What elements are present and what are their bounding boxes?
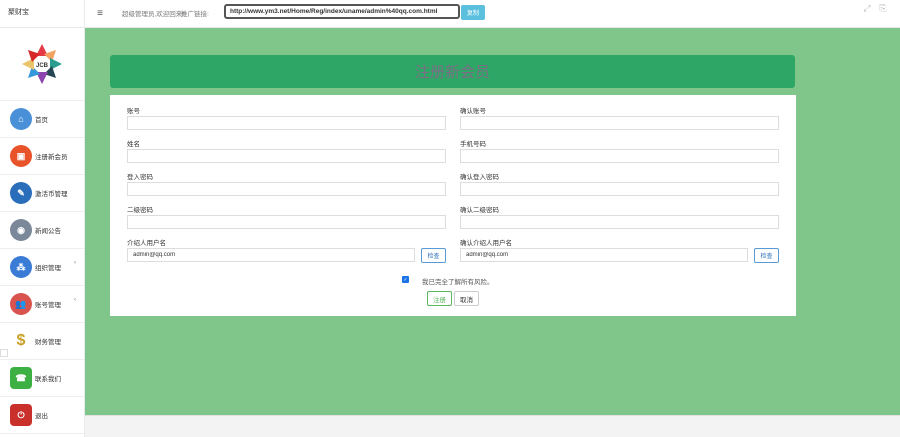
second-password-label: 二级密码 <box>127 207 153 214</box>
sidebar-item-label: 财务管理 <box>35 339 61 346</box>
phone-label: 手机号码 <box>460 141 486 148</box>
register-button[interactable]: 注册 <box>427 291 452 306</box>
top-right-icons: ⤢ ⎘ <box>862 3 888 13</box>
promo-link-input[interactable] <box>224 4 460 19</box>
main-content: 注册新会员 账号 确认账号 姓名 手机号码 登入密码 确认登入密码 二级密码 确… <box>85 28 900 415</box>
confirm-second-password-label: 确认二级密码 <box>460 207 499 214</box>
logo: JCB <box>0 28 84 101</box>
top-bar: 聚财宝 ≡ 超级管理员,欢迎回来! 推广链接: 复制 ⤢ ⎘ <box>0 0 900 28</box>
sidebar-item-label: 组织管理 <box>35 265 61 272</box>
menu-toggle-icon[interactable]: ≡ <box>93 6 107 20</box>
confirm-login-password-input[interactable] <box>460 182 779 196</box>
account-label: 账号 <box>127 108 140 115</box>
pen-icon: ✎ <box>10 182 32 204</box>
network-icon: ⁂ <box>10 256 32 278</box>
promo-link-label: 推广链接: <box>181 11 209 18</box>
registration-form: 账号 确认账号 姓名 手机号码 登入密码 确认登入密码 二级密码 确认二级密码 … <box>110 95 796 316</box>
sidebar-item-activation-coins[interactable]: ✎ 激活币管理 <box>0 175 84 212</box>
chevron-left-icon: ‹ <box>74 297 76 303</box>
sidebar-item-label: 激活币管理 <box>35 191 68 198</box>
brand-name: 聚财宝 <box>0 0 85 28</box>
welcome-text: 超级管理员,欢迎回来! <box>122 11 185 18</box>
phone-input[interactable] <box>460 149 779 163</box>
sidebar: JCB ⌂ 首页 ▣ 注册新会员 ✎ 激活币管理 ◉ 新闻公告 ⁂ 组织管理 ‹… <box>0 28 85 437</box>
agree-checkbox[interactable]: ✓ <box>402 276 409 283</box>
sidebar-item-label: 联系我们 <box>35 376 61 383</box>
confirm-referrer-input[interactable] <box>460 248 748 262</box>
page-title: 注册新会员 <box>110 55 795 88</box>
exit-icon: ⏻ <box>10 404 32 426</box>
cancel-button[interactable]: 取消 <box>454 291 479 306</box>
logo-icon: JCB <box>22 44 62 84</box>
referrer-label: 介绍人用户名 <box>127 240 166 247</box>
sidebar-item-accounts[interactable]: 👥 账号管理 ‹ <box>0 286 84 323</box>
sidebar-item-label: 退出 <box>35 413 48 420</box>
sidebar-item-home[interactable]: ⌂ 首页 <box>0 101 84 138</box>
name-label: 姓名 <box>127 141 140 148</box>
confirm-account-label: 确认账号 <box>460 108 486 115</box>
confirm-account-input[interactable] <box>460 116 779 130</box>
eye-icon: ◉ <box>10 219 32 241</box>
check-confirm-referrer-button[interactable]: 检查 <box>754 248 779 263</box>
sidebar-item-finance[interactable]: $ 财务管理 <box>0 323 84 360</box>
referrer-input[interactable] <box>127 248 415 262</box>
agree-text: 我已完全了解所有风险。 <box>422 279 494 286</box>
login-password-label: 登入密码 <box>127 174 153 181</box>
sidebar-item-label: 注册新会员 <box>35 154 68 161</box>
fullscreen-icon[interactable]: ⤢ <box>862 3 872 13</box>
dollar-icon: $ <box>16 332 26 349</box>
chevron-left-icon: ‹ <box>74 260 76 266</box>
login-password-input[interactable] <box>127 182 446 196</box>
confirm-login-password-label: 确认登入密码 <box>460 174 499 181</box>
copy-button[interactable]: 复制 <box>461 5 485 20</box>
svg-text:JCB: JCB <box>36 63 49 69</box>
name-input[interactable] <box>127 149 446 163</box>
logout-icon[interactable]: ⎘ <box>878 3 888 13</box>
account-input[interactable] <box>127 116 446 130</box>
users-icon: 👥 <box>10 293 32 315</box>
sidebar-item-label: 账号管理 <box>35 302 61 309</box>
lock-icon: ▣ <box>10 145 32 167</box>
second-password-input[interactable] <box>127 215 446 229</box>
sidebar-item-exit[interactable]: ⏻ 退出 <box>0 397 84 434</box>
confirm-referrer-label: 确认介绍人用户名 <box>460 240 512 247</box>
scroll-handle[interactable] <box>0 349 8 357</box>
footer-strip <box>85 415 900 437</box>
confirm-second-password-input[interactable] <box>460 215 779 229</box>
sidebar-item-label: 首页 <box>35 117 48 124</box>
sidebar-item-organization[interactable]: ⁂ 组织管理 ‹ <box>0 249 84 286</box>
sidebar-item-contact[interactable]: ☎ 联系我们 <box>0 360 84 397</box>
phone-icon: ☎ <box>10 367 32 389</box>
house-icon: ⌂ <box>10 108 32 130</box>
sidebar-item-label: 新闻公告 <box>35 228 61 235</box>
check-referrer-button[interactable]: 检查 <box>421 248 446 263</box>
sidebar-item-news[interactable]: ◉ 新闻公告 <box>0 212 84 249</box>
sidebar-item-register[interactable]: ▣ 注册新会员 <box>0 138 84 175</box>
